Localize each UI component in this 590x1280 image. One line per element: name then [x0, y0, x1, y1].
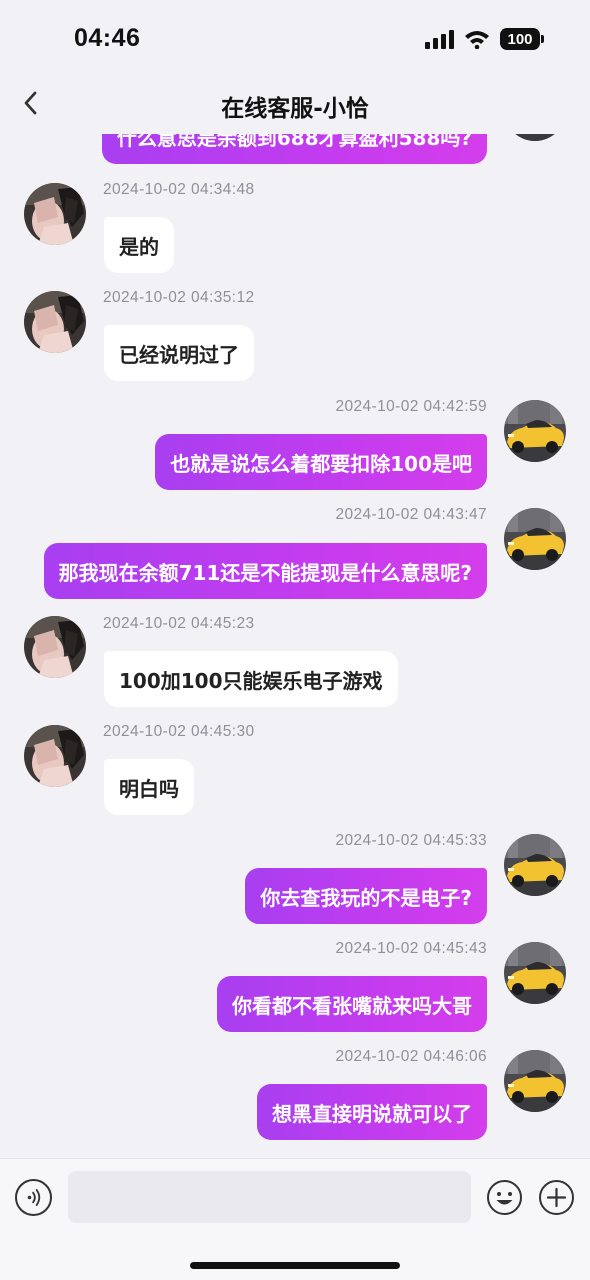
voice-icon[interactable] — [15, 1179, 52, 1216]
user-avatar[interactable] — [504, 134, 566, 141]
message-timestamp: 2024-10-02 04:46:06 — [335, 1048, 487, 1065]
user-avatar[interactable] — [504, 508, 566, 570]
message-bubble-agent: 已经说明过了 — [104, 325, 254, 381]
status-bar: 04:46 100 — [0, 0, 590, 72]
agent-avatar[interactable] — [24, 616, 86, 678]
message-bubble-user: 什么意思是余额到688才算盈利588吗? — [101, 134, 487, 164]
message-text: 那我现在余额711还是不能提现是什么意思呢? — [58, 560, 472, 585]
user-avatar[interactable] — [504, 942, 566, 1004]
message-bubble-agent: 100加100只能娱乐电子游戏 — [104, 651, 398, 707]
message-bubble-user: 你去查我玩的不是电子? — [245, 868, 487, 924]
message-text: 100加100只能娱乐电子游戏 — [119, 668, 383, 693]
page-title: 在线客服-小恰 — [221, 96, 369, 122]
battery-icon: 100 — [500, 28, 544, 50]
message-text: 什么意思是余额到688才算盈利588吗? — [116, 134, 472, 150]
message-timestamp: 2024-10-02 04:45:33 — [335, 832, 487, 849]
message-bubble-user: 那我现在余额711还是不能提现是什么意思呢? — [43, 543, 487, 599]
message-timestamp: 2024-10-02 04:34:48 — [103, 181, 255, 198]
chat-header: 在线客服-小恰 — [0, 72, 590, 134]
agent-avatar[interactable] — [24, 183, 86, 245]
message-bubble-user: 也就是说怎么着都要扣除100是吧 — [155, 434, 487, 490]
message-bubble-agent: 是的 — [104, 217, 174, 273]
user-avatar[interactable] — [504, 400, 566, 462]
message-bubble-user: 你看都不看张嘴就来吗大哥 — [217, 976, 487, 1032]
emoji-icon[interactable] — [486, 1179, 523, 1216]
message-text: 明白吗 — [119, 776, 179, 801]
message-text: 是的 — [119, 234, 159, 259]
plus-icon[interactable] — [538, 1179, 575, 1216]
cellular-signal-icon — [425, 29, 454, 49]
message-input[interactable] — [68, 1171, 471, 1223]
message-timestamp: 2024-10-02 04:45:43 — [335, 940, 487, 957]
battery-level: 100 — [507, 30, 533, 48]
message-list[interactable]: 什么意思是余额到688才算盈利588吗? 2024-10-02 04:34:48… — [0, 134, 590, 1158]
message-timestamp: 2024-10-02 04:45:30 — [103, 723, 255, 740]
status-time: 04:46 — [74, 24, 141, 52]
message-text: 已经说明过了 — [119, 342, 239, 367]
status-icons: 100 — [425, 28, 544, 50]
message-bubble-agent: 明白吗 — [104, 759, 194, 815]
agent-avatar[interactable] — [24, 725, 86, 787]
message-text: 你去查我玩的不是电子? — [260, 885, 472, 910]
agent-avatar[interactable] — [24, 291, 86, 353]
message-text: 也就是说怎么着都要扣除100是吧 — [170, 451, 472, 476]
message-text: 想黑直接明说就可以了 — [272, 1101, 472, 1126]
home-indicator[interactable] — [190, 1262, 400, 1269]
wifi-icon — [465, 31, 489, 49]
user-avatar[interactable] — [504, 1050, 566, 1112]
message-timestamp: 2024-10-02 04:45:23 — [103, 615, 255, 632]
message-timestamp: 2024-10-02 04:42:59 — [335, 398, 487, 415]
message-timestamp: 2024-10-02 04:35:12 — [103, 289, 255, 306]
message-text: 你看都不看张嘴就来吗大哥 — [232, 993, 472, 1018]
user-avatar[interactable] — [504, 834, 566, 896]
message-bubble-user: 想黑直接明说就可以了 — [257, 1084, 487, 1140]
message-timestamp: 2024-10-02 04:43:47 — [335, 506, 487, 523]
